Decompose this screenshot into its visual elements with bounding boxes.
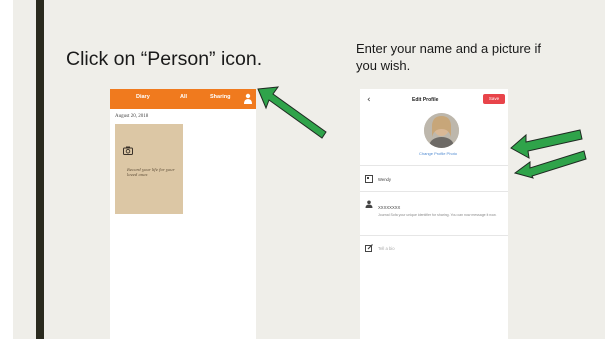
top-tab-bar: Diary All Sharing <box>110 89 256 109</box>
divider <box>360 191 508 192</box>
right-instruction: Enter your name and a picture if you wis… <box>356 41 541 73</box>
name-field[interactable]: Wendy <box>378 177 391 182</box>
divider <box>360 165 508 166</box>
avatar[interactable] <box>424 113 459 148</box>
person-icon[interactable] <box>244 93 252 104</box>
arrow-to-name-field <box>513 150 587 179</box>
contact-card-icon <box>365 175 373 183</box>
divider <box>360 235 508 236</box>
username-field[interactable]: XXXXXXXX <box>378 205 400 210</box>
save-button[interactable]: Save <box>483 94 505 104</box>
back-icon[interactable]: ‹ <box>367 95 371 105</box>
left-instruction: Click on “Person” icon. <box>66 48 263 70</box>
entry-prompt: Record your life for your loved ones <box>127 167 175 177</box>
tab-all[interactable]: All <box>180 94 187 100</box>
avatar-photo <box>424 113 459 148</box>
username-description: Journal Sofa your unique identifier for … <box>378 213 497 217</box>
slide: Click on “Person” icon. Enter your name … <box>0 0 605 339</box>
tab-diary[interactable]: Diary <box>136 94 150 100</box>
left-accent-bar <box>36 0 44 339</box>
camera-icon <box>123 146 133 155</box>
diary-screenshot: Diary All Sharing August 20, 2018 Record… <box>110 89 256 339</box>
edit-profile-title: Edit Profile <box>412 97 439 103</box>
change-photo-link[interactable]: Change Profile Photo <box>398 151 478 156</box>
arrow-to-person-icon <box>257 86 327 139</box>
person-icon <box>365 200 373 208</box>
entry-date: August 20, 2018 <box>115 114 149 119</box>
edit-profile-screenshot: ‹ Edit Profile Save Change Profile Photo… <box>360 89 508 339</box>
diary-entry-card[interactable]: Record your life for your loved ones <box>115 124 183 214</box>
edit-icon <box>365 244 373 252</box>
tab-sharing[interactable]: Sharing <box>210 94 230 100</box>
bio-field[interactable]: Tell a bio <box>378 246 395 251</box>
